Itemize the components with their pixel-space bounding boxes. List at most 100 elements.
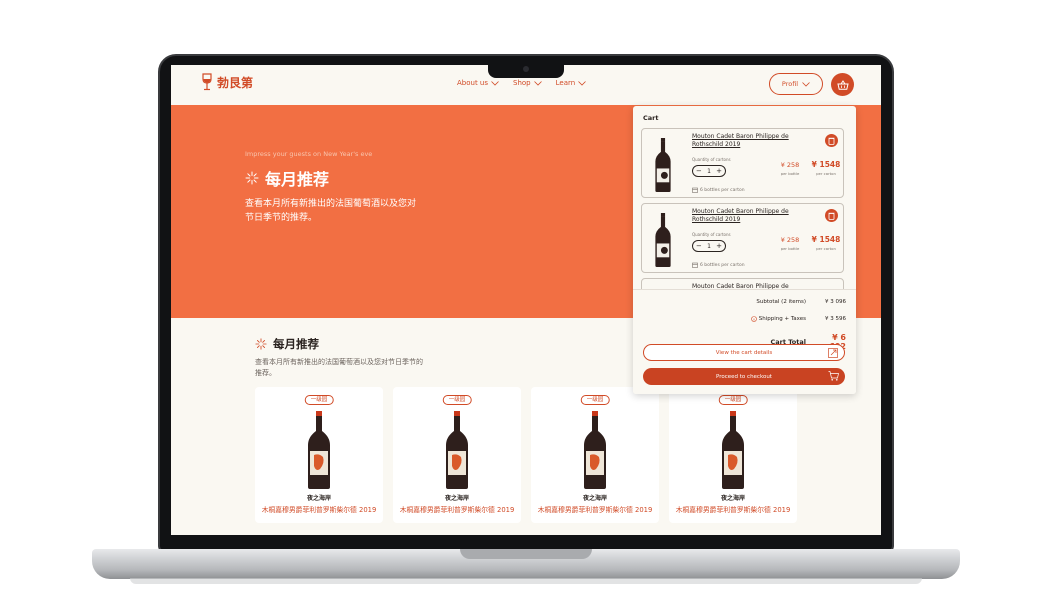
wine-bottle-image: [722, 411, 744, 489]
cart-item: Mouton Cadet Baron Philippe de Rothschil…: [641, 203, 844, 273]
wine-bottle-image: [446, 411, 468, 489]
shipping-label: Shipping + Taxes: [758, 316, 806, 322]
subtotal-value: ¥ 3 096: [825, 299, 846, 305]
section-title-row: 每月推荐: [255, 336, 319, 352]
subtotal-label: Subtotal (2 items): [756, 299, 806, 305]
main-nav: About us Shop Learn: [457, 79, 586, 87]
carton-price-label: per carton: [816, 246, 836, 251]
bottle-price-label: per bottle: [780, 171, 800, 176]
product-name: 夜之海岸: [306, 495, 331, 502]
cart-item: Mouton Cadet Baron Philippe de Rothschil…: [641, 128, 844, 198]
delete-item-button[interactable]: [825, 209, 838, 222]
nav-item-label: About us: [457, 79, 489, 87]
laptop-base-notch: [460, 549, 592, 559]
trash-icon: [828, 212, 835, 220]
cart-button[interactable]: [831, 73, 854, 96]
shipping-row: Shipping + Taxes ¥ 3 596: [750, 316, 846, 322]
external-link-icon: [828, 348, 838, 358]
product-name: 夜之海岸: [720, 495, 745, 502]
checkout-label: Proceed to checkout: [716, 373, 772, 380]
quantity-label: Quantity of cartons: [692, 232, 731, 237]
shopping-cart-icon: [828, 371, 839, 381]
cart-title: Cart: [643, 114, 659, 122]
section-description: 查看本月所有新推出的法国葡萄酒以及您对节日季节的推荐。: [255, 358, 423, 377]
delete-item-button[interactable]: [825, 134, 838, 147]
carton-note: 6 bottles per carton: [692, 262, 745, 268]
nav-learn[interactable]: Learn: [556, 79, 587, 87]
wine-bottle-image: [308, 411, 330, 489]
nav-item-label: Learn: [555, 79, 576, 87]
product-card[interactable]: 一级园 夜之海岸 木桐嘉穆男爵菲利普罗斯柴尔德 2019: [669, 387, 797, 523]
carton-note-text: 6 bottles per carton: [700, 262, 745, 268]
hero-description: 查看本月所有新推出的法国葡萄酒以及您对节日季节的推荐。: [245, 199, 417, 223]
view-cart-details-button[interactable]: View the cart details: [643, 344, 845, 361]
quantity-label: Quantity of cartons: [692, 157, 731, 162]
hero-title: 每月推荐: [265, 170, 330, 189]
carton-note-text: 6 bottles per carton: [700, 187, 745, 193]
product-card[interactable]: 一级园 夜之海岸 木桐嘉穆男爵菲利普罗斯柴尔德 2019: [255, 387, 383, 523]
checkout-button[interactable]: Proceed to checkout: [643, 368, 845, 385]
product-badge: 一级园: [304, 395, 334, 405]
chevron-down-icon: [533, 80, 542, 86]
minus-icon[interactable]: −: [696, 167, 702, 175]
hero-eyebrow: Impress your guests on New Year's eve: [245, 150, 373, 158]
product-name: 夜之海岸: [444, 495, 469, 502]
carton-price-label: per carton: [816, 171, 836, 176]
product-subtitle: 木桐嘉穆男爵菲利普罗斯柴尔德 2019: [675, 506, 791, 514]
bottle-price: ¥ 258: [780, 236, 800, 244]
logo[interactable]: 勃艮第: [201, 73, 253, 91]
chevron-down-icon: [802, 81, 810, 87]
view-cart-details-label: View the cart details: [715, 349, 773, 356]
wine-bottle-image: [655, 138, 671, 192]
plus-icon[interactable]: +: [716, 167, 722, 175]
box-icon: [692, 187, 698, 193]
carton-note: 6 bottles per carton: [692, 187, 745, 193]
section-title: 每月推荐: [273, 337, 319, 351]
sparkle-icon: [255, 338, 267, 350]
info-icon[interactable]: [750, 316, 757, 322]
carton-price: ¥ 1548: [811, 160, 841, 169]
product-subtitle: 木桐嘉穆男爵菲利普罗斯柴尔德 2019: [261, 506, 377, 514]
nav-shop[interactable]: Shop: [513, 79, 542, 87]
product-subtitle: 木桐嘉穆男爵菲利普罗斯柴尔德 2019: [537, 506, 653, 514]
shipping-value: ¥ 3 596: [825, 316, 846, 322]
quantity-stepper[interactable]: − 1 +: [692, 165, 726, 177]
profile-button[interactable]: Profil: [769, 73, 823, 95]
wine-bottle-image: [584, 411, 606, 489]
cart-popover: Cart Mouton Cadet Baron Philippe de Roth…: [633, 106, 856, 394]
shipping-label-wrap: Shipping + Taxes: [750, 316, 806, 322]
laptop-shadow: [130, 578, 922, 584]
product-badge: 一级园: [442, 395, 472, 405]
trash-icon: [828, 137, 835, 145]
basket-icon: [836, 79, 849, 90]
product-name: 夜之海岸: [582, 495, 607, 502]
product-badge: 一级园: [580, 395, 610, 405]
box-icon: [692, 262, 698, 268]
camera-icon: [523, 66, 529, 72]
minus-icon[interactable]: −: [696, 242, 702, 250]
carton-price: ¥ 1548: [811, 235, 841, 244]
nav-item-label: Shop: [513, 79, 531, 87]
laptop-screen: 勃艮第 About us Shop Learn Profil Impress y…: [171, 65, 881, 535]
hero-title-row: 每月推荐: [245, 166, 329, 190]
product-card[interactable]: 一级园 夜之海岸 木桐嘉穆男爵菲利普罗斯柴尔德 2019: [531, 387, 659, 523]
product-card[interactable]: 一级园 夜之海岸 木桐嘉穆男爵菲利普罗斯柴尔德 2019: [393, 387, 521, 523]
subtotal-row: Subtotal (2 items) ¥ 3 096: [756, 299, 846, 305]
cart-item-name[interactable]: Mouton Cadet Baron Philippe de Rothschil…: [692, 133, 802, 149]
quantity-value: 1: [707, 242, 711, 250]
quantity-stepper[interactable]: − 1 +: [692, 240, 726, 252]
nav-about-us[interactable]: About us: [457, 79, 499, 87]
logo-text: 勃艮第: [217, 75, 254, 90]
chevron-down-icon: [578, 80, 586, 86]
plus-icon[interactable]: +: [716, 242, 722, 250]
cart-item-name[interactable]: Mouton Cadet Baron Philippe de Rothschil…: [692, 208, 802, 224]
chevron-down-icon: [491, 80, 499, 86]
quantity-value: 1: [707, 167, 711, 175]
product-badge: 一级园: [718, 395, 748, 405]
profile-label: Profil: [781, 80, 799, 88]
wine-bottle-image: [655, 213, 671, 267]
product-subtitle: 木桐嘉穆男爵菲利普罗斯柴尔德 2019: [399, 506, 515, 514]
sparkle-icon: [245, 171, 259, 185]
bottle-price: ¥ 258: [780, 161, 800, 169]
bottle-price-label: per bottle: [780, 246, 800, 251]
